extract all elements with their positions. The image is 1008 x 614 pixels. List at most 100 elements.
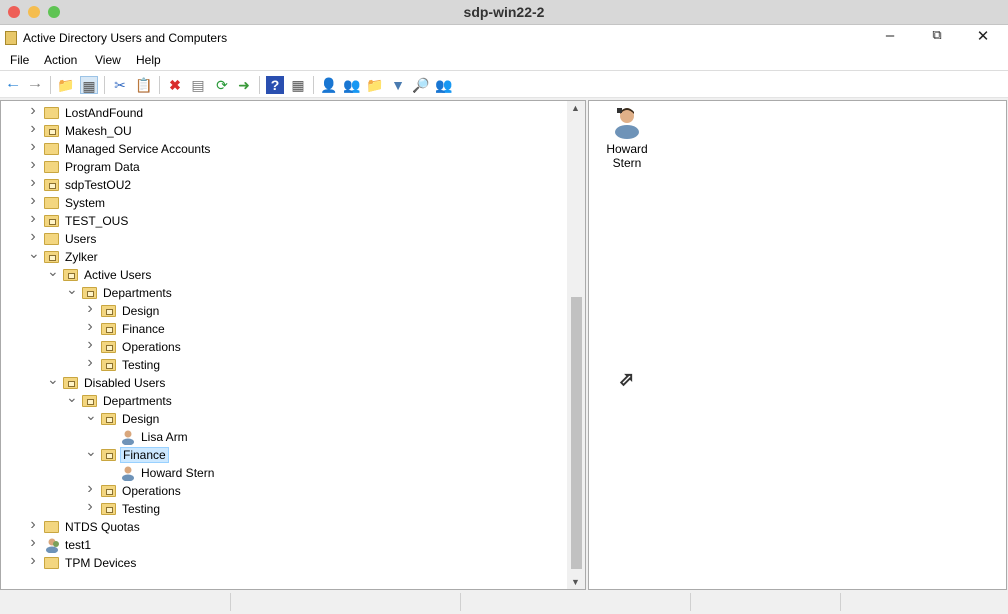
chevron-right-icon[interactable]: › [28,174,38,192]
chevron-right-icon[interactable]: › [28,192,38,210]
tree-item-label[interactable]: Program Data [63,160,142,174]
tree-item[interactable]: › TEST_OUS [1,210,561,230]
chevron-down-icon[interactable]: ⌄ [85,407,97,424]
add-to-group-icon[interactable]: 👥 [435,76,453,94]
scroll-down-icon[interactable]: ▼ [571,577,580,587]
tree-item-label[interactable]: Testing [120,358,162,372]
up-folder-icon[interactable]: 📁 [57,76,75,94]
tree-item-label[interactable]: Testing [120,502,162,516]
tree-item-label[interactable]: NTDS Quotas [63,520,142,534]
tree-item[interactable]: › Program Data [1,156,561,176]
chevron-right-icon[interactable]: › [28,138,38,156]
new-ou-icon[interactable]: 📁 [366,76,384,94]
menu-file[interactable]: File [10,53,29,67]
restore-button[interactable]: ⧉ [922,27,952,43]
menu-view[interactable]: View [95,53,121,67]
tree-item[interactable]: › sdpTestOU2 [1,174,561,194]
export-list-icon[interactable]: ➜ [235,76,253,94]
tree-item[interactable]: ⌄ Disabled Users [1,371,561,392]
tree-item-label[interactable]: Finance [120,447,169,463]
tree-item-label[interactable]: LostAndFound [63,106,145,120]
tree-item[interactable]: › TPM Devices [1,552,561,572]
tree-item-label[interactable]: Departments [101,394,174,408]
chevron-down-icon[interactable]: ⌄ [66,389,78,406]
tree-item-label[interactable]: System [63,196,107,210]
chevron-down-icon[interactable]: ⌄ [47,371,59,388]
tree-item-label[interactable]: Lisa Arm [139,430,190,444]
chevron-right-icon[interactable]: › [85,336,95,354]
chevron-right-icon[interactable]: › [28,534,38,552]
tree-item-label[interactable]: Howard Stern [139,466,216,480]
find-icon[interactable]: 🔎 [412,76,430,94]
menu-action[interactable]: Action [44,53,77,67]
chevron-right-icon[interactable]: › [85,480,95,498]
chevron-right-icon[interactable]: › [85,354,95,372]
tree-item[interactable]: ⌄ Finance [1,443,561,464]
menu-help[interactable]: Help [136,53,161,67]
paste-icon[interactable]: 📋 [135,76,153,94]
tree-item[interactable]: ⌄ Design [1,407,561,428]
tree-item[interactable]: › Users [1,228,561,248]
chevron-right-icon[interactable]: › [28,516,38,534]
delete-icon[interactable]: ✖ [166,76,184,94]
tree-item-label[interactable]: Zylker [63,250,100,264]
scroll-up-icon[interactable]: ▲ [571,103,580,113]
chevron-right-icon[interactable]: › [28,102,38,120]
tree-item[interactable]: › test1 [1,534,561,554]
tree-item-label[interactable]: Managed Service Accounts [63,142,212,156]
tree-item-label[interactable]: TPM Devices [63,556,138,570]
details-pane[interactable]: Howard Stern ⬀ [588,100,1007,590]
tree-item[interactable]: › Testing [1,498,561,518]
chevron-right-icon[interactable]: › [85,498,95,516]
new-group-icon[interactable]: 👥 [343,76,361,94]
chevron-down-icon[interactable]: ⌄ [85,443,97,460]
back-icon[interactable]: 🠀 [4,76,22,94]
tree-item[interactable]: ⌄ Zylker [1,245,561,266]
forward-icon[interactable]: 🠂 [26,76,44,94]
chevron-right-icon[interactable]: › [28,552,38,570]
tree-item[interactable]: › Makesh_OU [1,120,561,140]
chevron-right-icon[interactable]: › [28,156,38,174]
tree-item-label[interactable]: test1 [63,538,93,552]
tree-item-label[interactable]: Active Users [82,268,153,282]
console-tree-icon[interactable]: ▦ [80,76,98,94]
tree-item-label[interactable]: sdpTestOU2 [63,178,133,192]
tree-item-label[interactable]: Users [63,232,98,246]
action-pane-icon[interactable]: ▦ [289,76,307,94]
tree-item[interactable]: › Managed Service Accounts [1,138,561,158]
tree-item[interactable]: › Testing [1,354,561,374]
details-item-howard-stern[interactable]: Howard Stern [599,105,655,170]
chevron-right-icon[interactable]: › [28,120,38,138]
console-tree-pane[interactable]: › LostAndFound › Makesh_OU › Managed Service … [0,100,586,590]
new-user-icon[interactable]: 👤 [320,76,338,94]
properties-icon[interactable]: ▤ [189,76,207,94]
tree-item-label[interactable]: Departments [101,286,174,300]
tree-item-label[interactable]: Operations [120,340,183,354]
tree-scrollbar[interactable]: ▲ ▼ [567,101,585,589]
tree-item[interactable]: › LostAndFound [1,102,561,122]
tree-item-label[interactable]: Design [120,412,161,426]
chevron-right-icon[interactable]: › [28,210,38,228]
tree-item-label[interactable]: Disabled Users [82,376,167,390]
tree-item-label[interactable]: Finance [120,322,167,336]
close-button[interactable]: ✕ [968,27,998,45]
tree-item-label[interactable]: Makesh_OU [63,124,134,138]
cut-icon[interactable]: ✂ [111,76,129,94]
refresh-icon[interactable]: ⟳ [213,76,231,94]
chevron-down-icon[interactable]: ⌄ [66,281,78,298]
tree-item-label[interactable]: Design [120,304,161,318]
tree-item-label[interactable]: TEST_OUS [63,214,130,228]
chevron-right-icon[interactable]: › [28,228,38,246]
minimize-button[interactable]: – [875,27,905,44]
tree-item[interactable]: › System [1,192,561,212]
tree-item[interactable]: › NTDS Quotas [1,516,561,536]
chevron-down-icon[interactable]: ⌄ [28,245,40,262]
tree-item[interactable]: ⌄ Active Users [1,263,561,284]
help-icon[interactable]: ? [266,76,284,94]
filter-icon[interactable]: ▼ [389,76,407,94]
chevron-right-icon[interactable]: › [85,318,95,336]
scrollbar-thumb[interactable] [571,297,582,569]
tree-item-label[interactable]: Operations [120,484,183,498]
chevron-right-icon[interactable]: › [85,300,95,318]
chevron-down-icon[interactable]: ⌄ [47,263,59,280]
